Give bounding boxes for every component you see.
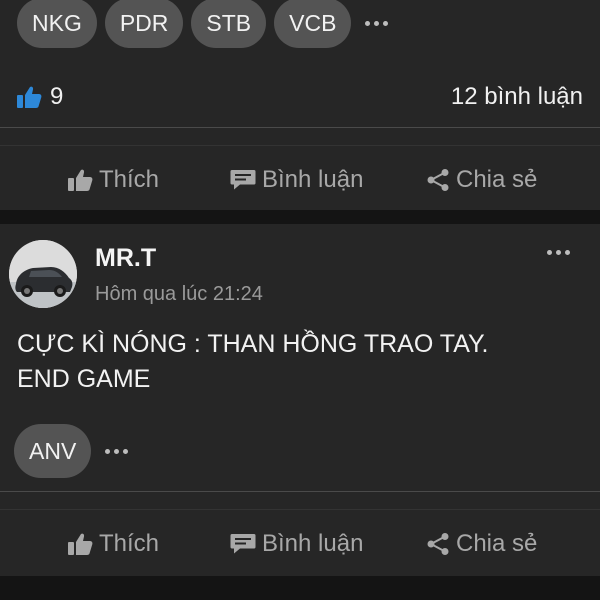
post-options-button[interactable]	[541, 250, 576, 255]
more-dots-icon	[547, 250, 552, 255]
post-content-line: CỰC KÌ NÓNG : THAN HỒNG TRAO TAY.	[17, 330, 489, 358]
more-dots-icon	[365, 20, 371, 26]
author-name[interactable]: MR.T	[95, 244, 156, 273]
avatar[interactable]	[9, 240, 77, 308]
post-actions: Thích Bình luận Chia sẻ	[0, 150, 600, 210]
comment-button-label: Bình luận	[262, 166, 364, 193]
share-button[interactable]: Chia sẻ	[426, 530, 537, 558]
comment-icon	[230, 170, 256, 190]
share-icon	[427, 533, 449, 555]
car-avatar-icon	[9, 240, 77, 308]
stock-tag-stb[interactable]: STB	[191, 0, 267, 48]
like-count[interactable]: 9	[16, 83, 63, 111]
share-button[interactable]: Chia sẻ	[426, 166, 537, 194]
comment-button[interactable]: Bình luận	[230, 166, 363, 194]
like-button[interactable]: Thích	[67, 166, 159, 194]
post-card-1: NKG PDR STB VCB 9 12 bình luận Thích Bìn…	[0, 0, 600, 210]
divider	[0, 145, 600, 146]
like-count-value: 9	[50, 83, 64, 110]
like-button-label: Thích	[99, 166, 160, 193]
stock-tag-nkg[interactable]: NKG	[17, 0, 97, 48]
share-button-label: Chia sẻ	[456, 166, 538, 193]
post-actions: Thích Bình luận Chia sẻ	[0, 514, 600, 574]
stock-tag-list: ANV	[14, 424, 134, 478]
post-content: CỰC KÌ NÓNG : THAN HỒNG TRAO TAY. END GA…	[17, 327, 587, 397]
stock-tag-anv[interactable]: ANV	[14, 424, 92, 478]
share-icon	[427, 169, 449, 191]
divider	[0, 491, 600, 492]
comment-button[interactable]: Bình luận	[230, 530, 363, 558]
more-dots-icon	[105, 448, 111, 454]
share-button-label: Chia sẻ	[456, 530, 538, 557]
stock-tag-list: NKG PDR STB VCB	[17, 0, 394, 48]
thumbs-up-icon	[17, 86, 42, 108]
post-content-line: END GAME	[17, 365, 151, 393]
like-button-label: Thích	[99, 530, 160, 557]
comment-button-label: Bình luận	[262, 530, 364, 557]
thumbs-up-icon	[68, 533, 93, 555]
comment-icon	[230, 534, 256, 554]
stock-tag-pdr[interactable]: PDR	[104, 0, 184, 48]
divider	[0, 509, 600, 510]
more-tags-button[interactable]	[359, 20, 394, 26]
reaction-summary: 9 12 bình luận	[16, 80, 583, 114]
comment-count[interactable]: 12 bình luận	[451, 83, 583, 111]
post-card-2: MR.T Hôm qua lúc 21:24 CỰC KÌ NÓNG : THA…	[0, 224, 600, 576]
like-button[interactable]: Thích	[67, 530, 159, 558]
thumbs-up-icon	[68, 169, 93, 191]
more-tags-button[interactable]	[99, 448, 134, 454]
post-timestamp: Hôm qua lúc 21:24	[95, 283, 263, 305]
stock-tag-vcb[interactable]: VCB	[274, 0, 352, 48]
divider	[0, 127, 600, 128]
